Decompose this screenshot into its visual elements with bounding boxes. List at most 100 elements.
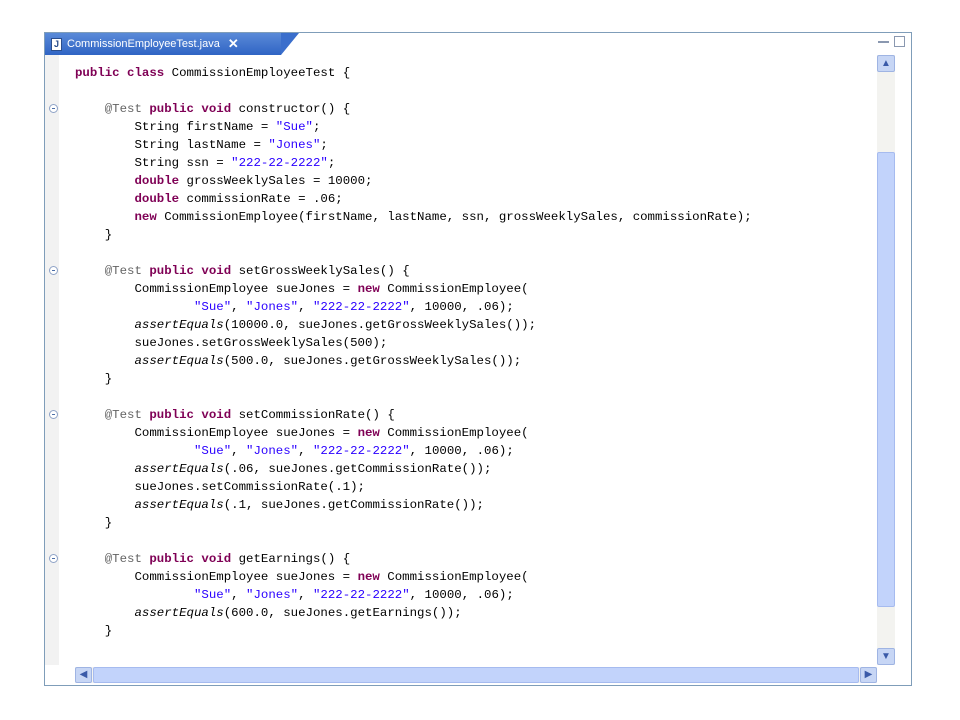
code-token: , 10000, .06); xyxy=(409,300,514,314)
collapse-fold-icon[interactable] xyxy=(49,554,58,563)
code-line[interactable]: double grossWeeklySales = 10000; xyxy=(75,172,752,190)
code-line[interactable]: @Test public void setGrossWeeklySales() … xyxy=(75,262,752,280)
editor-ruler xyxy=(45,55,59,665)
string-token: "Jones" xyxy=(268,138,321,152)
code-line[interactable]: CommissionEmployee sueJones = new Commis… xyxy=(75,280,752,298)
string-token: "Sue" xyxy=(193,300,232,314)
keyword-token: public void xyxy=(149,408,232,422)
code-line[interactable]: sueJones.setCommissionRate(.1); xyxy=(75,478,752,496)
code-token: (.06, sueJones.getCommissionRate()); xyxy=(223,462,492,476)
minimize-icon[interactable] xyxy=(878,36,889,43)
string-token: "222-22-2222" xyxy=(312,444,410,458)
code-line[interactable]: assertEquals(600.0, sueJones.getEarnings… xyxy=(75,604,752,622)
scroll-up-button[interactable]: ▲ xyxy=(877,55,895,72)
code-line[interactable]: String lastName = "Jones"; xyxy=(75,136,752,154)
annotation-token: @Test xyxy=(104,102,142,116)
maximize-icon[interactable] xyxy=(894,36,905,47)
code-token: , xyxy=(298,444,313,458)
code-line[interactable]: @Test public void setCommissionRate() { xyxy=(75,406,752,424)
code-line[interactable]: } xyxy=(75,514,752,532)
vertical-scrollbar[interactable]: ▲ ▼ xyxy=(877,55,895,665)
collapse-fold-icon[interactable] xyxy=(49,266,58,275)
string-token: "222-22-2222" xyxy=(312,300,410,314)
code-token: String ssn = xyxy=(75,156,232,170)
code-token: CommissionEmployee(firstName, lastName, … xyxy=(156,210,752,224)
code-editor[interactable]: public class CommissionEmployeeTest { @T… xyxy=(45,55,911,685)
collapse-fold-icon[interactable] xyxy=(49,410,58,419)
code-line[interactable]: @Test public void constructor() { xyxy=(75,100,752,118)
code-line[interactable]: String ssn = "222-22-2222"; xyxy=(75,154,752,172)
java-file-icon: J xyxy=(51,37,62,51)
annotation-token: @Test xyxy=(104,264,142,278)
code-token: , xyxy=(298,588,313,602)
code-token: setCommissionRate() { xyxy=(231,408,395,422)
keyword-token: public void xyxy=(149,264,232,278)
code-token: sueJones.setGrossWeeklySales(500); xyxy=(75,336,388,350)
code-line[interactable]: "Sue", "Jones", "222-22-2222", 10000, .0… xyxy=(75,298,752,316)
code-token: CommissionEmployeeTest { xyxy=(164,66,351,80)
code-line[interactable]: new CommissionEmployee(firstName, lastNa… xyxy=(75,208,752,226)
scroll-down-button[interactable]: ▼ xyxy=(877,648,895,665)
code-token: CommissionEmployee( xyxy=(379,426,529,440)
file-tab[interactable]: J CommissionEmployeeTest.java ✕ xyxy=(45,33,299,55)
code-token: } xyxy=(75,516,113,530)
code-line[interactable]: String firstName = "Sue"; xyxy=(75,118,752,136)
code-line[interactable]: } xyxy=(75,226,752,244)
string-token: "Sue" xyxy=(193,444,232,458)
code-line[interactable] xyxy=(75,244,752,262)
code-token: constructor() { xyxy=(231,102,351,116)
code-token: CommissionEmployee sueJones = xyxy=(75,426,358,440)
code-token: String lastName = xyxy=(75,138,269,152)
string-token: "222-22-2222" xyxy=(312,588,410,602)
code-token: , xyxy=(231,444,247,458)
vertical-scroll-thumb[interactable] xyxy=(877,152,895,607)
code-line[interactable]: sueJones.setGrossWeeklySales(500); xyxy=(75,334,752,352)
horizontal-scrollbar[interactable]: ◀ ▶ xyxy=(75,667,877,683)
keyword-token: double xyxy=(134,174,180,188)
string-token: "Jones" xyxy=(246,444,299,458)
code-line[interactable]: assertEquals(.06, sueJones.getCommission… xyxy=(75,460,752,478)
code-token: (10000.0, sueJones.getGrossWeeklySales()… xyxy=(223,318,537,332)
static-call-token: assertEquals xyxy=(134,462,224,476)
keyword-token: new xyxy=(357,570,380,584)
code-token: , xyxy=(298,300,313,314)
code-token: ; xyxy=(327,156,336,170)
code-line[interactable]: assertEquals(.1, sueJones.getCommissionR… xyxy=(75,496,752,514)
string-token: "Sue" xyxy=(193,588,232,602)
code-token: setGrossWeeklySales() { xyxy=(231,264,410,278)
code-line[interactable]: @Test public void getEarnings() { xyxy=(75,550,752,568)
code-text[interactable]: public class CommissionEmployeeTest { @T… xyxy=(75,64,752,640)
close-icon[interactable]: ✕ xyxy=(228,33,239,55)
code-token: CommissionEmployee( xyxy=(379,282,529,296)
code-line[interactable]: public class CommissionEmployeeTest { xyxy=(75,64,752,82)
code-line[interactable] xyxy=(75,82,752,100)
scroll-right-button[interactable]: ▶ xyxy=(860,667,877,683)
code-line[interactable]: CommissionEmployee sueJones = new Commis… xyxy=(75,568,752,586)
collapse-fold-icon[interactable] xyxy=(49,104,58,113)
code-line[interactable] xyxy=(75,388,752,406)
code-line[interactable]: double commissionRate = .06; xyxy=(75,190,752,208)
code-line[interactable]: } xyxy=(75,370,752,388)
code-token: } xyxy=(75,372,113,386)
code-token: sueJones.setCommissionRate(.1); xyxy=(75,480,365,494)
code-token: CommissionEmployee sueJones = xyxy=(75,282,358,296)
code-line[interactable]: assertEquals(10000.0, sueJones.getGrossW… xyxy=(75,316,752,334)
string-token: "Jones" xyxy=(246,300,299,314)
code-token: (.1, sueJones.getCommissionRate()); xyxy=(223,498,484,512)
editor-tab-bar: J CommissionEmployeeTest.java ✕ xyxy=(45,33,911,55)
code-token: , xyxy=(231,588,247,602)
scroll-left-button[interactable]: ◀ xyxy=(75,667,92,683)
code-token: CommissionEmployee( xyxy=(379,570,529,584)
code-line[interactable]: "Sue", "Jones", "222-22-2222", 10000, .0… xyxy=(75,586,752,604)
code-line[interactable]: "Sue", "Jones", "222-22-2222", 10000, .0… xyxy=(75,442,752,460)
code-line[interactable] xyxy=(75,532,752,550)
annotation-token: @Test xyxy=(104,552,142,566)
code-line[interactable]: } xyxy=(75,622,752,640)
code-line[interactable]: assertEquals(500.0, sueJones.getGrossWee… xyxy=(75,352,752,370)
code-line[interactable]: CommissionEmployee sueJones = new Commis… xyxy=(75,424,752,442)
horizontal-scroll-thumb[interactable] xyxy=(93,667,859,683)
